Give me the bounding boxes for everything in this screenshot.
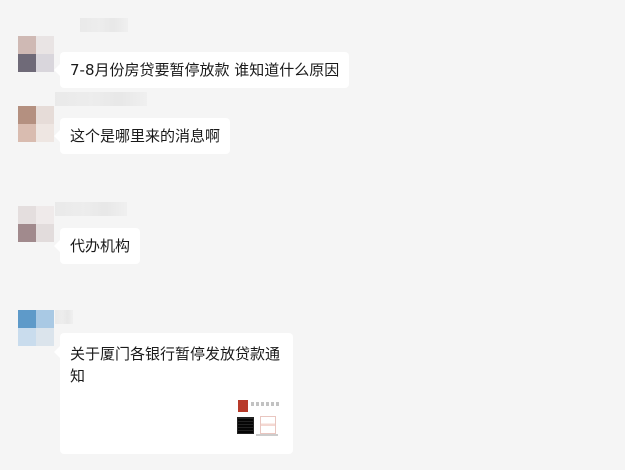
message-text: 7-8月份房贷要暂停放款 谁知道什么原因 (70, 61, 340, 79)
link-card[interactable]: 关于厦门各银行暂停发放贷款通知 (54, 333, 293, 454)
avatar[interactable] (18, 310, 54, 346)
divider (256, 434, 278, 436)
sender-name (55, 92, 147, 106)
avatar[interactable] (18, 36, 54, 72)
message-row: 代办机构 (0, 200, 625, 270)
message-row: 7-8月份房贷要暂停放款 谁知道什么原因 (0, 18, 625, 88)
sender-name (80, 18, 128, 32)
avatar[interactable] (18, 106, 54, 142)
publisher-logo-icon (238, 400, 248, 412)
qr-code-icon (237, 417, 254, 434)
avatar[interactable] (18, 206, 54, 242)
message-bubble[interactable]: 这个是哪里来的消息啊 (53, 118, 231, 154)
document-preview-icon (260, 416, 276, 434)
message-text: 这个是哪里来的消息啊 (70, 127, 221, 145)
link-card-thumbnail (237, 398, 282, 440)
message-bubble[interactable]: 7-8月份房贷要暂停放款 谁知道什么原因 (53, 52, 350, 88)
message-text: 代办机构 (70, 237, 131, 255)
publisher-name-blur (251, 402, 279, 406)
message-bubble[interactable]: 代办机构 (53, 228, 141, 264)
link-card-title: 关于厦门各银行暂停发放贷款通知 (70, 345, 281, 385)
sender-name (55, 202, 127, 216)
sender-name (55, 310, 73, 324)
message-row: 这个是哪里来的消息啊 (0, 92, 625, 162)
